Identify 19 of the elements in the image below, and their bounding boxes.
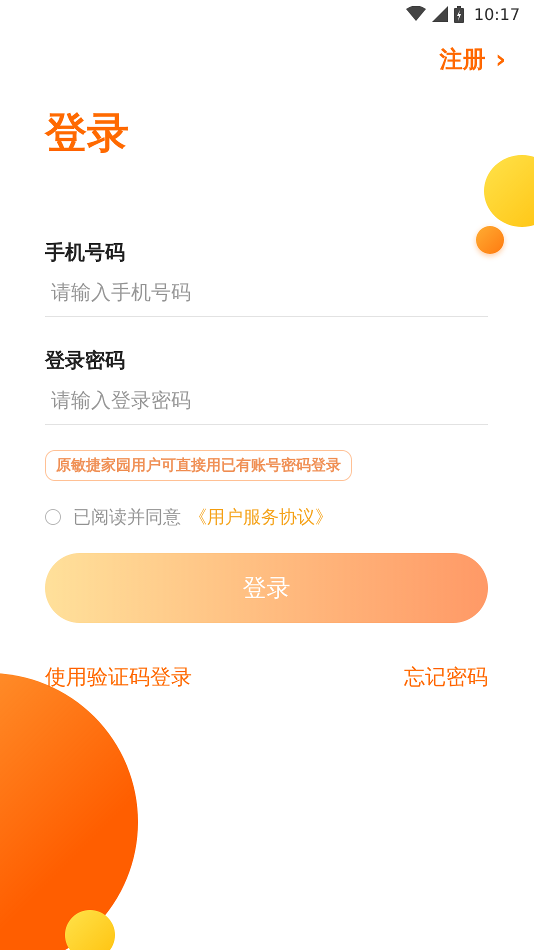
agreement-text: 已阅读并同意 xyxy=(73,506,181,529)
text-link[interactable]: 使用验证码登录 xyxy=(45,663,192,691)
agreement-checkbox[interactable] xyxy=(45,509,61,525)
page-title: 登录 xyxy=(45,107,130,159)
text-link[interactable]: 忘记密码 xyxy=(404,663,488,691)
field-label: 登录密码 xyxy=(45,347,126,374)
battery-icon xyxy=(454,6,464,22)
bottom-dot-decoration xyxy=(65,910,115,950)
register-link[interactable]: 注册 › xyxy=(439,44,506,75)
field-label: 手机号码 xyxy=(45,239,126,266)
input-field[interactable]: 请输入手机号码 xyxy=(45,266,488,317)
wifi-icon xyxy=(406,6,426,22)
login-button[interactable]: 登录 xyxy=(45,553,488,623)
signal-icon xyxy=(432,6,448,22)
small-dot-decoration xyxy=(476,226,504,254)
status-time: 10:17 xyxy=(474,4,520,24)
input-field[interactable]: 请输入登录密码 xyxy=(45,374,488,425)
agreement-link[interactable]: 《用户服务协议》 xyxy=(189,505,333,529)
notice-tag: 原敏捷家园用户可直接用已有账号密码登录 xyxy=(45,450,352,481)
